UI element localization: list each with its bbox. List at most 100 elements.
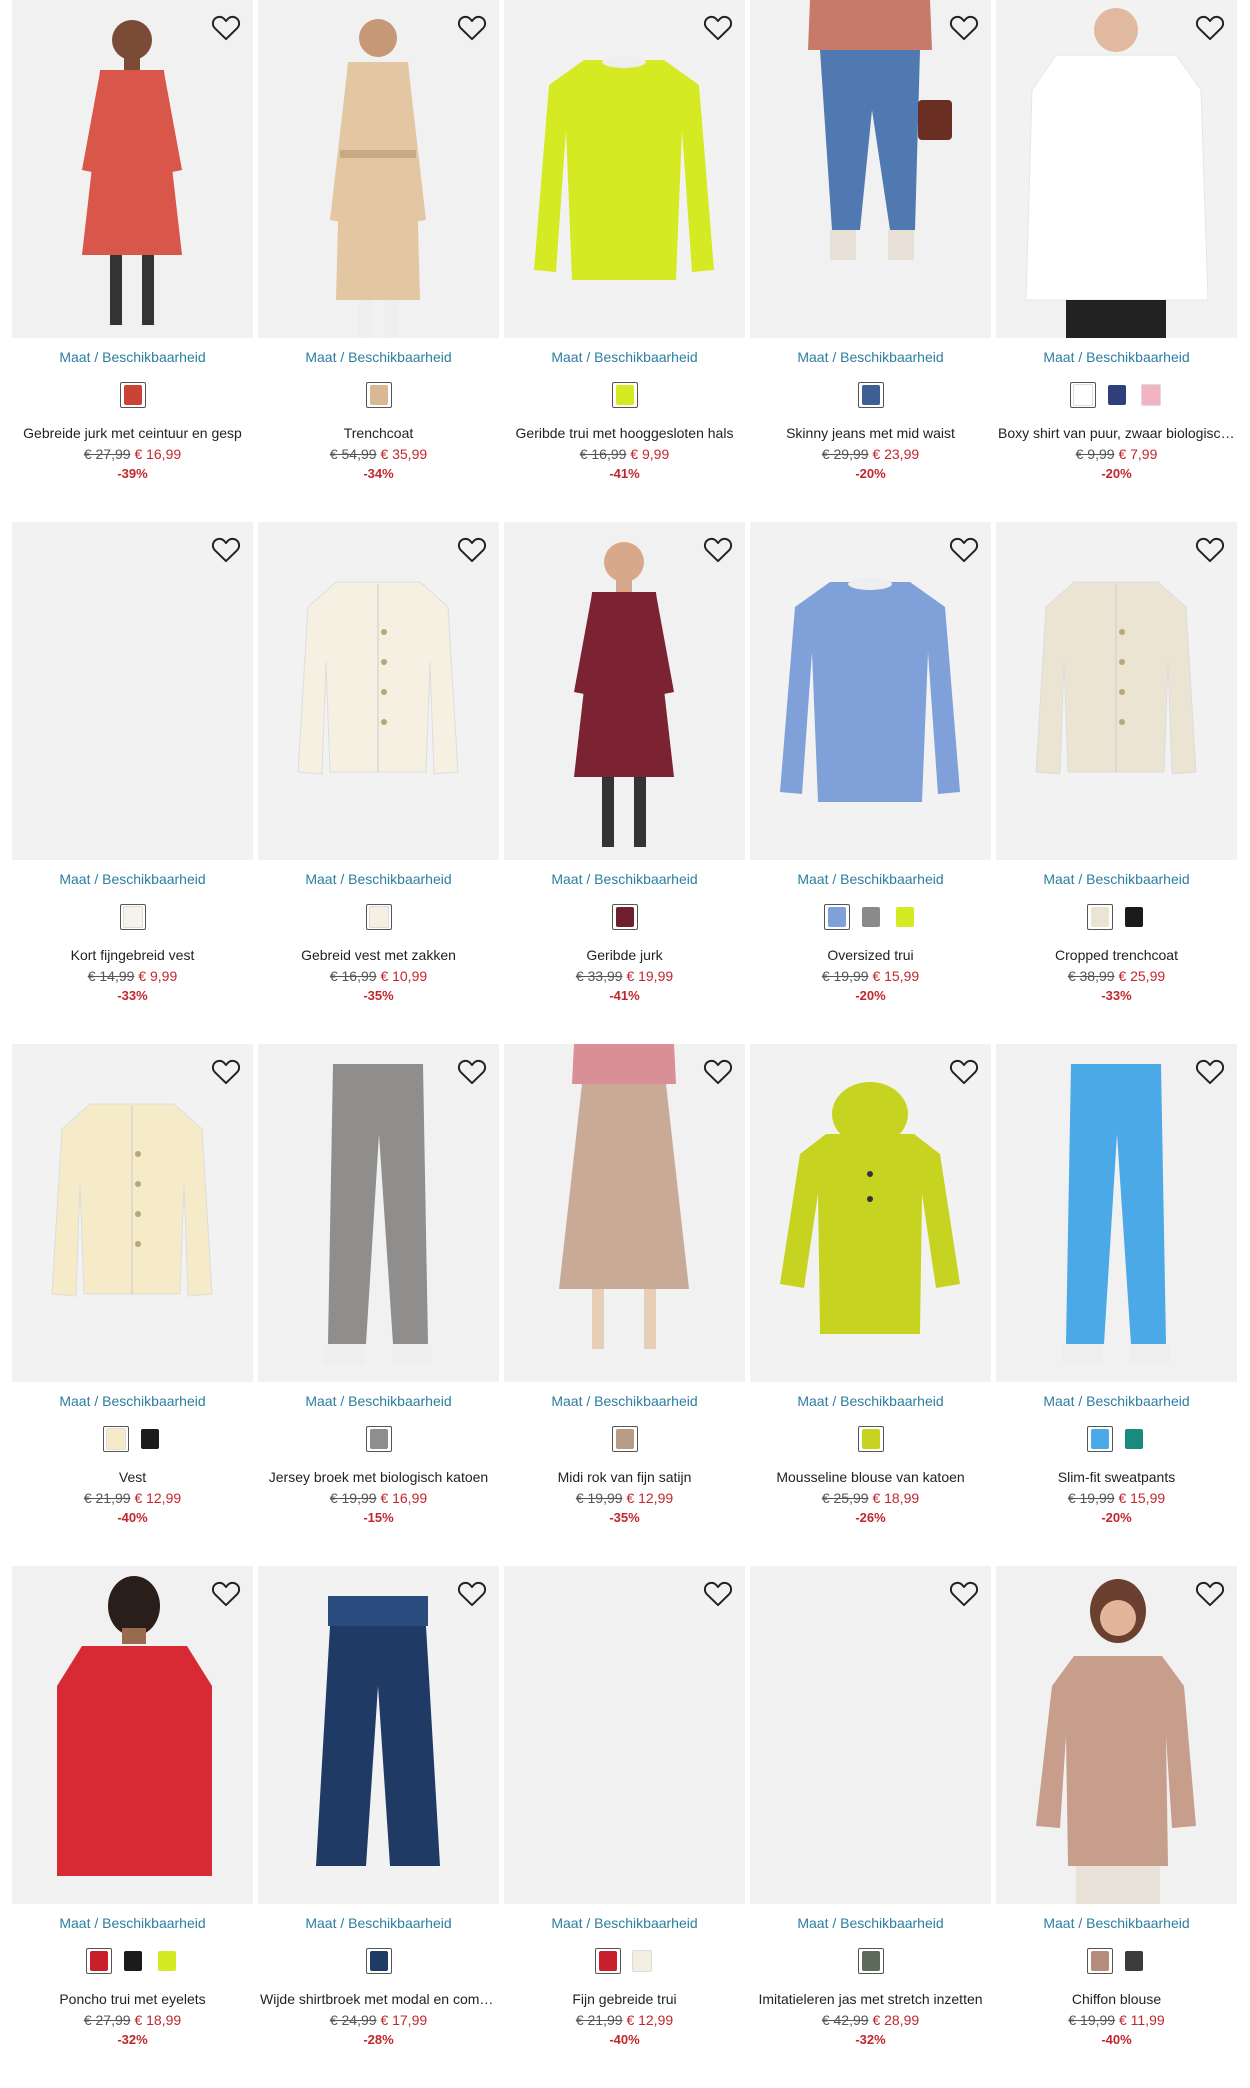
product-image[interactable] [504,1044,745,1382]
product-image[interactable] [750,0,991,338]
product-name[interactable]: Kort fijngebreid vest [14,947,251,963]
size-availability-link[interactable]: Maat / Beschikbaarheid [258,871,499,887]
product-card[interactable]: Maat / Beschikbaarheid Jersey broek met … [258,1044,499,1566]
product-name[interactable]: Gebreid vest met zakken [260,947,497,963]
product-name[interactable]: Jersey broek met biologisch katoen [260,1469,497,1485]
heart-icon[interactable] [701,1054,735,1088]
product-name[interactable]: Fijn gebreide trui [506,1991,743,2007]
product-card[interactable]: Maat / Beschikbaarheid Chiffon blouse € … [996,1566,1237,2088]
product-card[interactable]: Maat / Beschikbaarheid Boxy shirt van pu… [996,0,1237,522]
product-name[interactable]: Chiffon blouse [998,1991,1235,2007]
size-availability-link[interactable]: Maat / Beschikbaarheid [504,871,745,887]
color-swatch[interactable] [892,904,918,930]
color-swatch[interactable] [1086,904,1113,930]
product-image[interactable] [258,522,499,860]
size-availability-link[interactable]: Maat / Beschikbaarheid [996,871,1237,887]
size-availability-link[interactable]: Maat / Beschikbaarheid [258,1393,499,1409]
color-swatch[interactable] [365,1948,392,1974]
product-image[interactable] [12,1044,253,1382]
heart-icon[interactable] [701,1576,735,1610]
color-swatch[interactable] [857,1948,884,1974]
heart-icon[interactable] [209,10,243,44]
color-swatch[interactable] [137,1426,163,1452]
color-swatch[interactable] [85,1948,112,1974]
size-availability-link[interactable]: Maat / Beschikbaarheid [12,349,253,365]
color-swatch[interactable] [365,904,392,930]
product-card[interactable]: Maat / Beschikbaarheid Mousseline blouse… [750,1044,991,1566]
product-image[interactable] [996,1044,1237,1382]
heart-icon[interactable] [947,532,981,566]
heart-icon[interactable] [455,10,489,44]
color-swatch[interactable] [1086,1426,1113,1452]
color-swatch[interactable] [611,1426,638,1452]
color-swatch[interactable] [365,382,392,408]
heart-icon[interactable] [701,532,735,566]
heart-icon[interactable] [947,1054,981,1088]
color-swatch[interactable] [629,1948,655,1974]
size-availability-link[interactable]: Maat / Beschikbaarheid [258,349,499,365]
color-swatch[interactable] [119,382,146,408]
product-card[interactable]: Maat / Beschikbaarheid Wijde shirtbroek … [258,1566,499,2088]
product-image[interactable] [750,1044,991,1382]
color-swatch[interactable] [119,904,146,930]
product-card[interactable]: Maat / Beschikbaarheid Poncho trui met e… [12,1566,253,2088]
product-name[interactable]: Poncho trui met eyelets [14,1991,251,2007]
product-image[interactable] [504,522,745,860]
product-name[interactable]: Cropped trenchcoat [998,947,1235,963]
color-swatch[interactable] [594,1948,621,1974]
heart-icon[interactable] [1193,1576,1227,1610]
product-name[interactable]: Geribde jurk [506,947,743,963]
size-availability-link[interactable]: Maat / Beschikbaarheid [258,1915,499,1931]
product-name[interactable]: Boxy shirt van puur, zwaar biologisch ka… [998,425,1235,441]
product-card[interactable]: Maat / Beschikbaarheid Fijn gebreide tru… [504,1566,745,2088]
product-card[interactable]: Maat / Beschikbaarheid Imitatieleren jas… [750,1566,991,2088]
size-availability-link[interactable]: Maat / Beschikbaarheid [12,1915,253,1931]
color-swatch[interactable] [823,904,850,930]
product-name[interactable]: Gebreide jurk met ceintuur en gesp [14,425,251,441]
product-name[interactable]: Oversized trui [752,947,989,963]
color-swatch[interactable] [1138,382,1164,408]
size-availability-link[interactable]: Maat / Beschikbaarheid [12,871,253,887]
heart-icon[interactable] [209,532,243,566]
size-availability-link[interactable]: Maat / Beschikbaarheid [996,349,1237,365]
product-name[interactable]: Vest [14,1469,251,1485]
size-availability-link[interactable]: Maat / Beschikbaarheid [504,1393,745,1409]
color-swatch[interactable] [1086,1948,1113,1974]
color-swatch[interactable] [611,382,638,408]
product-card[interactable]: Maat / Beschikbaarheid Slim-fit sweatpan… [996,1044,1237,1566]
size-availability-link[interactable]: Maat / Beschikbaarheid [12,1393,253,1409]
heart-icon[interactable] [701,10,735,44]
product-card[interactable]: Maat / Beschikbaarheid Gebreid vest met … [258,522,499,1044]
color-swatch[interactable] [857,382,884,408]
heart-icon[interactable] [1193,532,1227,566]
product-image[interactable] [504,1566,745,1904]
product-name[interactable]: Imitatieleren jas met stretch inzetten [752,1991,989,2007]
product-card[interactable]: Maat / Beschikbaarheid Trenchcoat € 54,9… [258,0,499,522]
size-availability-link[interactable]: Maat / Beschikbaarheid [750,1393,991,1409]
size-availability-link[interactable]: Maat / Beschikbaarheid [750,1915,991,1931]
size-availability-link[interactable]: Maat / Beschikbaarheid [996,1393,1237,1409]
color-swatch[interactable] [365,1426,392,1452]
heart-icon[interactable] [1193,1054,1227,1088]
heart-icon[interactable] [1193,10,1227,44]
heart-icon[interactable] [947,10,981,44]
size-availability-link[interactable]: Maat / Beschikbaarheid [504,349,745,365]
color-swatch[interactable] [858,904,884,930]
color-swatch[interactable] [1104,382,1130,408]
color-swatch[interactable] [1069,382,1096,408]
color-swatch[interactable] [120,1948,146,1974]
heart-icon[interactable] [455,532,489,566]
product-image[interactable] [258,1044,499,1382]
color-swatch[interactable] [154,1948,180,1974]
heart-icon[interactable] [209,1054,243,1088]
product-image[interactable] [750,522,991,860]
product-card[interactable]: Maat / Beschikbaarheid Gebreide jurk met… [12,0,253,522]
product-image[interactable] [996,522,1237,860]
product-image[interactable] [12,0,253,338]
product-name[interactable]: Wijde shirtbroek met modal en comfortban… [260,1991,497,2007]
product-image[interactable] [996,1566,1237,1904]
color-swatch[interactable] [611,904,638,930]
product-name[interactable]: Geribde trui met hooggesloten hals [506,425,743,441]
color-swatch[interactable] [1121,904,1147,930]
product-card[interactable]: Maat / Beschikbaarheid Cropped trenchcoa… [996,522,1237,1044]
